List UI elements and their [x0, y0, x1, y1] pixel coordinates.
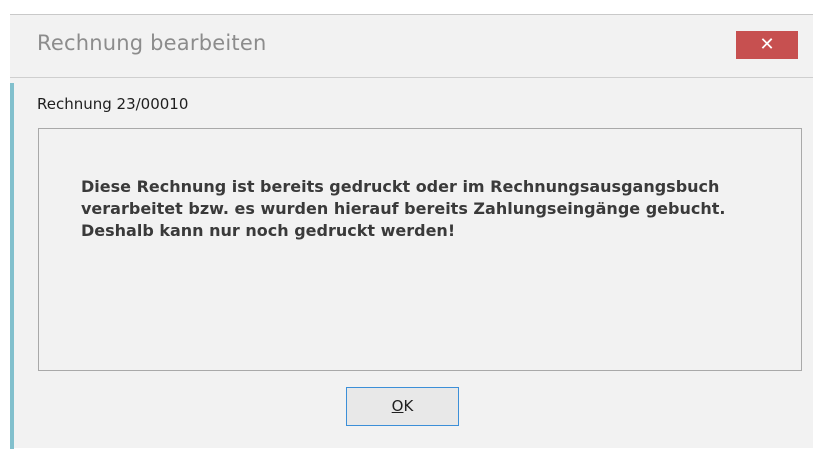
close-icon: ✕ [759, 34, 775, 55]
invoice-label: Rechnung 23/00010 [37, 95, 189, 113]
ok-button[interactable]: OK [346, 387, 459, 426]
window-title: Rechnung bearbeiten [37, 31, 267, 55]
ok-mnemonic: O [391, 397, 404, 415]
message-text: Diese Rechnung ist bereits gedruckt oder… [81, 177, 726, 240]
accent-stripe [10, 83, 14, 449]
close-button[interactable]: ✕ [736, 31, 798, 59]
message-panel: Diese Rechnung ist bereits gedruckt oder… [38, 128, 802, 371]
title-bar[interactable]: Rechnung bearbeiten ✕ [10, 15, 813, 77]
ok-label-rest: K [403, 397, 414, 415]
title-separator [10, 77, 813, 78]
dialog-window: Rechnung bearbeiten ✕ Rechnung 23/00010 … [10, 14, 813, 449]
